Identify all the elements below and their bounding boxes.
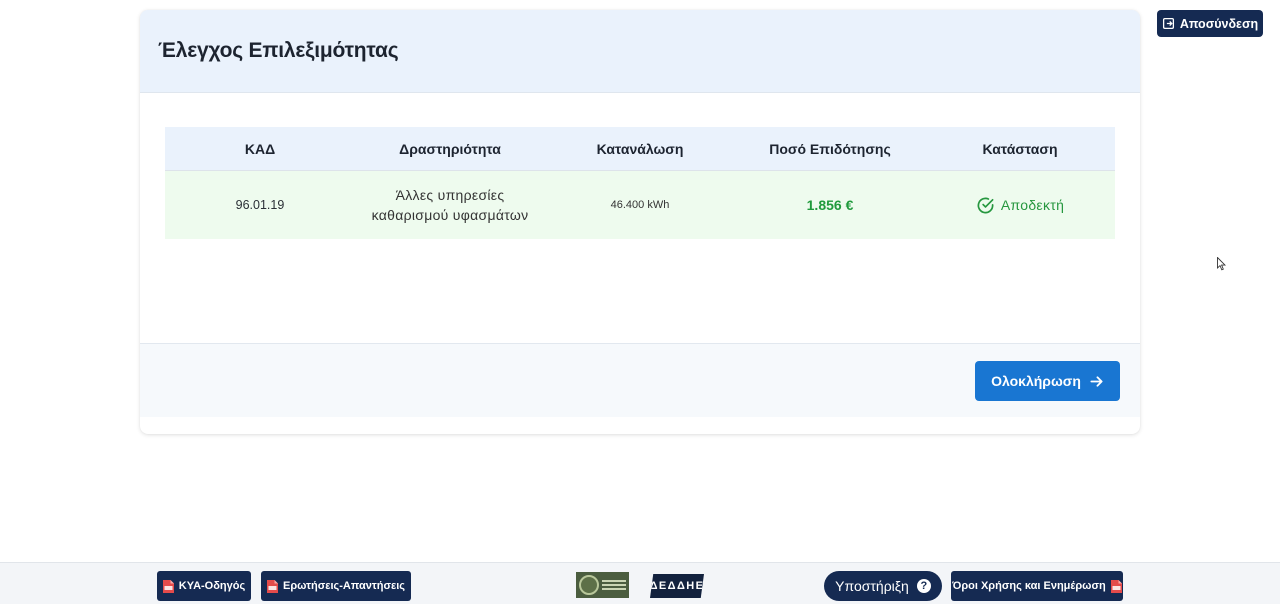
bottom-bar: ΚΥΑ-Οδηγός Ερωτήσεις-Απαντήσεις ΔΕΔΔΗΕ Υ… — [0, 562, 1280, 604]
column-header-kad: ΚΑΔ — [244, 140, 276, 157]
faq-button[interactable]: Ερωτήσεις-Απαντήσεις — [261, 571, 411, 601]
card-header: Έλεγχος Επιλεξιμότητας — [140, 10, 1140, 93]
complete-button[interactable]: Ολοκλήρωση — [975, 361, 1120, 401]
question-icon: ? — [916, 579, 931, 593]
faq-label: Ερωτήσεις-Απαντήσεις — [282, 580, 406, 592]
kad-cell: 96.01.19 — [235, 198, 285, 212]
status-badge: Αποδεκτή — [925, 196, 1115, 215]
subsidy-amount-cell: 1.856 € — [806, 197, 854, 213]
logout-label: Αποσύνδεση — [1179, 16, 1259, 31]
pdf-icon — [1110, 579, 1122, 593]
activity-cell: Άλλες υπηρεσίες καθαρισμού υφασμάτων — [355, 185, 545, 225]
logout-icon — [1162, 17, 1174, 30]
deddie-logo: ΔΕΔΔΗΕ — [650, 574, 704, 598]
activity-line-1: Άλλες υπηρεσίες — [395, 187, 505, 203]
consumption-cell: 46.400 kWh — [610, 199, 670, 211]
terms-label: Όροι Χρήσης και Ενημέρωση — [952, 580, 1106, 592]
column-header-consumption: Κατανάλωση — [596, 140, 684, 157]
check-circle-icon — [977, 197, 994, 213]
status-label: Αποδεκτή — [1000, 197, 1065, 213]
table-header: ΚΑΔ Δραστηριότητα Κατανάλωση Ποσό Επιδότ… — [165, 127, 1115, 171]
support-label: Υποστήριξη — [835, 578, 909, 594]
page-title: Έλεγχος Επιλεξιμότητας — [158, 39, 399, 62]
support-button[interactable]: Υποστήριξη ? — [824, 571, 942, 601]
logout-button[interactable]: Αποσύνδεση — [1157, 10, 1263, 37]
activity-line-2: καθαρισμού υφασμάτων — [371, 207, 529, 223]
eligibility-table: ΚΑΔ Δραστηριότητα Κατανάλωση Ποσό Επιδότ… — [165, 127, 1115, 239]
kya-guide-button[interactable]: ΚΥΑ-Οδηγός — [157, 571, 251, 601]
column-header-activity: Δραστηριότητα — [399, 140, 501, 157]
eligibility-card: Έλεγχος Επιλεξιμότητας ΚΑΔ Δραστηριότητα… — [140, 10, 1140, 434]
kya-guide-label: ΚΥΑ-Οδηγός — [178, 580, 246, 592]
complete-label: Ολοκλήρωση — [991, 373, 1081, 389]
table-row: 96.01.19 Άλλες υπηρεσίες καθαρισμού υφασ… — [165, 171, 1115, 239]
terms-button[interactable]: Όροι Χρήσης και Ενημέρωση — [951, 571, 1123, 601]
status-cell: Αποδεκτή — [925, 196, 1115, 215]
pdf-icon — [162, 579, 174, 593]
mouse-cursor-icon — [1217, 257, 1226, 271]
arrow-right-icon — [1090, 375, 1103, 387]
column-header-subsidy-amount: Ποσό Επιδότησης — [769, 140, 891, 157]
column-header-status: Κατάσταση — [982, 140, 1058, 157]
card-footer: Ολοκλήρωση — [140, 343, 1140, 417]
ministry-logo — [576, 572, 629, 598]
pdf-icon — [266, 579, 278, 593]
